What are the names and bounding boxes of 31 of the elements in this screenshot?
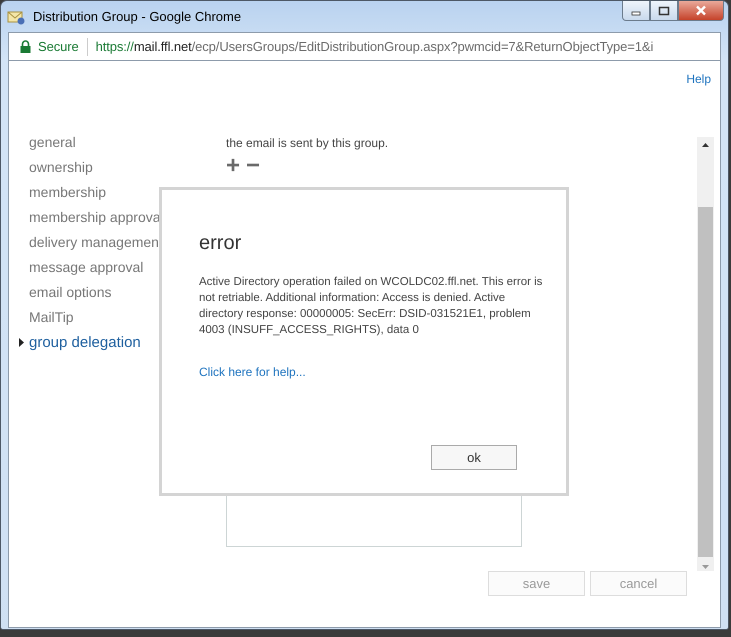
error-message: Active Directory operation failed on WCOLDC02.ffl.net. This error is not retriable. Additional information: Access is denied. Active directory response: 00000005: SecErr: DSID-031521E1, problem 4003 (INSUFF_ACCESS_RIGHTS), data 0 bbox=[199, 275, 544, 338]
url-text[interactable]: https://mail.ffl.net/ecp/UsersGroups/EditDistributionGroup.aspx?pwmcid=7&ReturnObjectType=1&i bbox=[96, 39, 654, 54]
sidebar-item[interactable]: delivery managemen bbox=[29, 230, 159, 256]
sidebar-item[interactable]: membership bbox=[29, 180, 106, 206]
scroll-up-icon[interactable] bbox=[701, 141, 710, 150]
scroll-down-icon[interactable] bbox=[701, 563, 710, 572]
sidebar-item[interactable]: ownership bbox=[29, 155, 93, 180]
maximize-icon bbox=[658, 6, 670, 16]
security-label: Secure bbox=[38, 39, 79, 54]
lock-icon bbox=[20, 40, 31, 53]
help-link[interactable]: Click here for help... bbox=[199, 365, 306, 379]
close-button[interactable] bbox=[678, 1, 724, 21]
sidebar-item[interactable]: email options bbox=[29, 280, 112, 306]
scrollbar[interactable] bbox=[697, 137, 714, 572]
description-text: the email is sent by this group. bbox=[226, 136, 390, 150]
sidebar-item[interactable]: group delegation bbox=[29, 330, 141, 356]
help-link[interactable]: Help bbox=[686, 72, 711, 86]
close-icon bbox=[695, 5, 707, 16]
minimize-button[interactable] bbox=[622, 1, 650, 21]
window-title: Distribution Group - Google Chrome bbox=[33, 9, 242, 24]
add-icon[interactable]: + bbox=[226, 155, 240, 178]
sidebar-item[interactable]: general bbox=[29, 130, 76, 156]
sidebar-item[interactable]: MailTip bbox=[29, 305, 74, 330]
sidebar-item[interactable]: membership approva bbox=[29, 205, 161, 230]
maximize-button[interactable] bbox=[650, 1, 678, 21]
sidebar-item[interactable]: message approval bbox=[29, 255, 144, 280]
envelope-icon bbox=[7, 8, 25, 24]
dialog-title: error bbox=[199, 232, 242, 255]
caret-icon bbox=[19, 338, 24, 348]
remove-icon[interactable]: − bbox=[246, 155, 260, 178]
ok-button[interactable]: ok bbox=[431, 445, 517, 470]
